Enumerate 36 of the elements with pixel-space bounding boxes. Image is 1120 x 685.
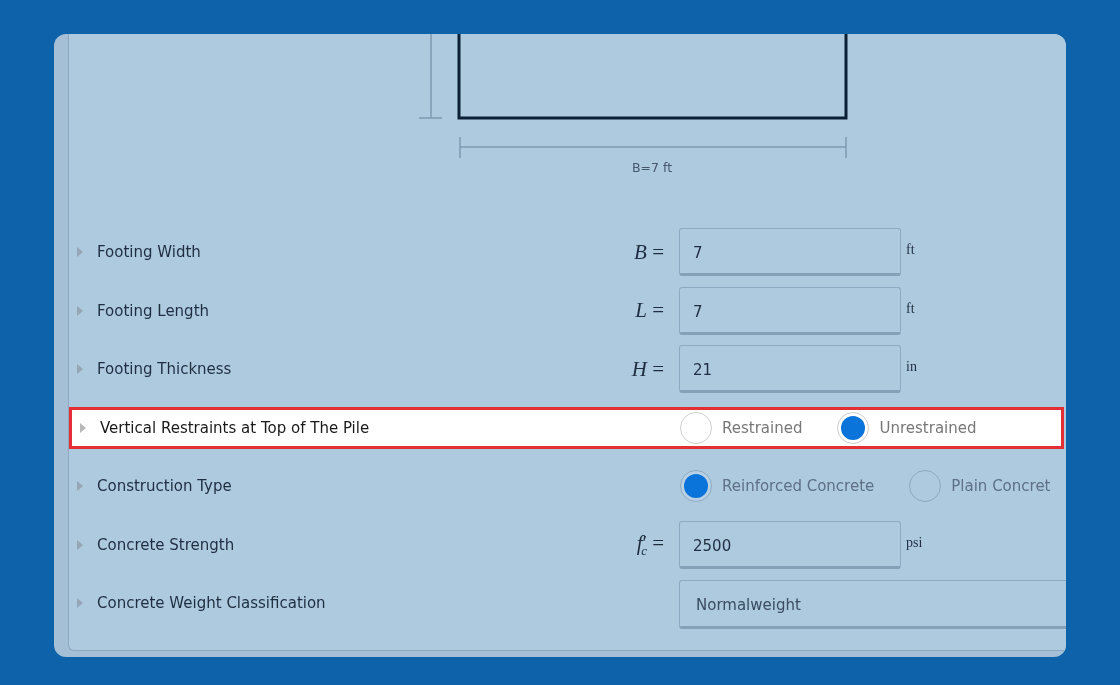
parameter-label: Footing Length: [97, 301, 210, 320]
math-symbol: L =: [635, 298, 664, 324]
parameter-label: Vertical Restraints at Top of The Pile: [100, 418, 370, 437]
caret-icon[interactable]: [80, 422, 86, 433]
caret-icon[interactable]: [77, 247, 83, 258]
caret-icon[interactable]: [77, 305, 83, 316]
math-symbol: B =: [634, 239, 664, 265]
math-symbol: f′$_{c}$ =: [636, 530, 664, 559]
dimension-label: B=7 ft: [630, 160, 674, 176]
parameter-label: Footing Thickness: [97, 360, 232, 379]
parameter-label: Construction Type: [97, 477, 232, 496]
caret-icon[interactable]: [77, 364, 83, 375]
input-field[interactable]: 2500: [679, 520, 901, 569]
math-symbol: H =: [631, 356, 664, 382]
radio-button[interactable]: [680, 411, 712, 444]
radio-label: Reinforced Concrete: [722, 477, 875, 496]
radio-button[interactable]: [909, 470, 942, 503]
caret-icon[interactable]: [77, 539, 83, 550]
caret-icon[interactable]: [77, 481, 83, 492]
input-field[interactable]: 7: [679, 286, 901, 335]
unit-label: ft: [906, 300, 915, 317]
radio-button[interactable]: [680, 470, 712, 503]
parameter-label: Footing Width: [97, 243, 201, 262]
parameter-label: Concrete Weight Classification: [97, 594, 326, 613]
radio-label: Restrained: [722, 418, 803, 437]
radio-button[interactable]: [837, 411, 870, 444]
unit-label: ft: [906, 242, 915, 259]
radio-label: Plain Concret: [951, 477, 1051, 496]
caret-icon[interactable]: [77, 598, 83, 609]
radio-label: Unrestrained: [879, 418, 977, 437]
input-field[interactable]: 7: [679, 228, 901, 277]
input-field[interactable]: 21: [679, 345, 901, 394]
unit-label: psi: [906, 534, 923, 551]
select-field[interactable]: Normalweight: [679, 579, 1066, 629]
parameter-label: Concrete Strength: [97, 535, 235, 554]
unit-label: in: [906, 359, 917, 376]
